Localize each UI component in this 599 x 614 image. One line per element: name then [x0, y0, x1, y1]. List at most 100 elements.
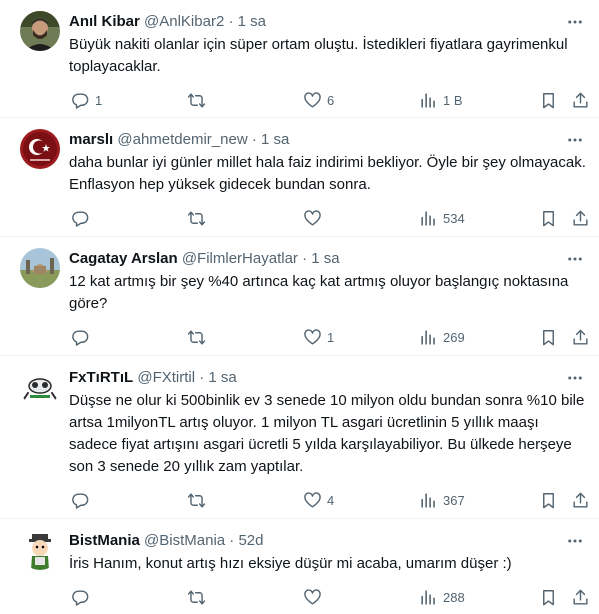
reply-button[interactable]	[71, 490, 95, 510]
reply-button[interactable]: 1	[71, 90, 102, 110]
view-count: 288	[443, 589, 465, 605]
bookmark-button[interactable]	[539, 208, 558, 228]
tweet[interactable]: FxTıRTıL @FXtirtil · 1 sa Düşse ne olur …	[0, 356, 599, 519]
avatar[interactable]	[20, 11, 60, 51]
author-name[interactable]: Cagatay Arslan	[69, 250, 178, 267]
more-icon[interactable]	[565, 249, 585, 269]
author-handle[interactable]: @FXtirtil	[137, 369, 195, 386]
bookmark-icon	[543, 492, 554, 508]
like-button[interactable]: 4	[303, 490, 334, 510]
retweet-button[interactable]	[187, 327, 211, 347]
share-button[interactable]	[571, 90, 590, 110]
like-button[interactable]: 1	[303, 327, 334, 347]
separator-dot: ·	[199, 369, 205, 386]
like-button[interactable]	[303, 208, 327, 228]
view-count: 1 B	[443, 92, 463, 108]
action-bar: 1 6 1 B	[69, 90, 588, 110]
share-icon	[573, 589, 588, 605]
like-count: 4	[327, 492, 335, 508]
tweet[interactable]: BistMania @BistMania · 52d İris Hanım, k…	[0, 519, 599, 614]
heart-icon	[304, 209, 321, 226]
action-bar: 4 367	[69, 490, 588, 510]
reply-count: 1	[95, 92, 103, 108]
more-icon[interactable]	[565, 531, 585, 551]
separator-dot: ·	[302, 250, 308, 267]
tweet-time[interactable]: 1 sa	[261, 131, 289, 148]
share-button[interactable]	[571, 490, 590, 510]
retweet-button[interactable]	[187, 587, 211, 607]
views-button[interactable]: 269	[419, 327, 465, 347]
retweet-icon	[187, 210, 206, 226]
more-icon[interactable]	[565, 130, 585, 150]
reply-button[interactable]	[71, 327, 95, 347]
retweet-button[interactable]	[187, 90, 211, 110]
action-bar: 534	[69, 208, 588, 228]
author-name[interactable]: Anıl Kibar	[69, 13, 140, 30]
view-count: 367	[443, 492, 465, 508]
author-handle[interactable]: @AnlKibar2	[144, 13, 224, 30]
tweet-text: 12 kat artmış bir şey %40 artınca kaç ka…	[69, 273, 569, 312]
author-name[interactable]: marslı	[69, 131, 113, 148]
tweet-time[interactable]: 52d	[238, 532, 263, 549]
bookmark-button[interactable]	[539, 587, 558, 607]
tweet-text: Düşse ne olur ki 500binlik ev 3 senede 1…	[69, 392, 585, 475]
tweet-text: daha bunlar iyi günler millet hala faiz …	[69, 154, 586, 193]
author-handle[interactable]: @FilmlerHayatlar	[182, 250, 298, 267]
retweet-button[interactable]	[187, 208, 211, 228]
tweet[interactable]: marslı @ahmetdemir_new · 1 sa daha bunla…	[0, 118, 599, 237]
reply-icon	[72, 329, 89, 346]
separator-dot: ·	[229, 532, 235, 549]
like-button[interactable]	[303, 587, 327, 607]
heart-icon	[304, 91, 321, 108]
reply-button[interactable]	[71, 208, 95, 228]
tweet[interactable]: Cagatay Arslan @FilmlerHayatlar · 1 sa 1…	[0, 237, 599, 356]
tweet-time[interactable]: 1 sa	[208, 369, 236, 386]
view-count: 269	[443, 329, 465, 345]
tweet-time[interactable]: 1 sa	[238, 13, 266, 30]
share-button[interactable]	[571, 327, 590, 347]
bookmark-button[interactable]	[539, 490, 558, 510]
bookmark-button[interactable]	[539, 327, 558, 347]
bookmark-button[interactable]	[539, 90, 558, 110]
like-count: 1	[327, 329, 335, 345]
action-bar: 288	[69, 587, 588, 607]
views-icon	[421, 210, 435, 226]
avatar[interactable]	[20, 530, 60, 570]
more-icon[interactable]	[565, 368, 585, 388]
separator-dot: ·	[228, 13, 234, 30]
avatar[interactable]	[20, 129, 60, 169]
share-button[interactable]	[571, 587, 590, 607]
retweet-icon	[187, 492, 206, 508]
retweet-button[interactable]	[187, 490, 211, 510]
author-name[interactable]: FxTıRTıL	[69, 369, 133, 386]
separator-dot: ·	[251, 131, 257, 148]
views-button[interactable]: 1 B	[419, 90, 463, 110]
views-icon	[421, 589, 435, 605]
heart-icon	[304, 328, 321, 345]
reply-icon	[72, 492, 89, 509]
views-button[interactable]: 288	[419, 587, 465, 607]
share-button[interactable]	[571, 208, 590, 228]
more-icon[interactable]	[565, 12, 585, 32]
share-icon	[573, 210, 588, 226]
retweet-icon	[187, 329, 206, 345]
views-button[interactable]: 367	[419, 490, 465, 510]
share-icon	[573, 329, 588, 345]
like-count: 6	[327, 92, 335, 108]
author-name[interactable]: BistMania	[69, 532, 140, 549]
bookmark-icon	[543, 589, 554, 605]
avatar[interactable]	[20, 367, 60, 407]
views-button[interactable]: 534	[419, 208, 465, 228]
author-handle[interactable]: @BistMania	[144, 532, 225, 549]
bookmark-icon	[543, 329, 554, 345]
reply-button[interactable]	[71, 587, 95, 607]
avatar[interactable]	[20, 248, 60, 288]
retweet-icon	[187, 589, 206, 605]
views-icon	[421, 92, 435, 108]
like-button[interactable]: 6	[303, 90, 334, 110]
author-handle[interactable]: @ahmetdemir_new	[117, 131, 247, 148]
reply-icon	[72, 210, 89, 227]
share-icon	[573, 492, 588, 508]
tweet-time[interactable]: 1 sa	[311, 250, 339, 267]
tweet[interactable]: Anıl Kibar @AnlKibar2 · 1 sa Büyük nakit…	[0, 0, 599, 118]
